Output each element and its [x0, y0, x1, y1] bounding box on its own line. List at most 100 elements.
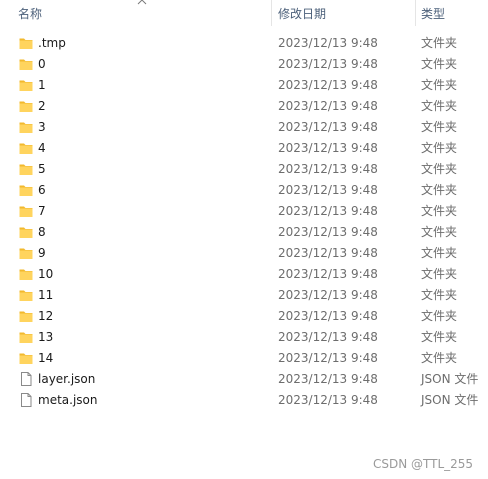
file-type: 文件夹 — [421, 99, 458, 113]
file-type: 文件夹 — [421, 120, 458, 134]
file-type: 文件夹 — [421, 57, 458, 71]
file-type: 文件夹 — [421, 204, 458, 218]
file-name: 14 — [38, 351, 54, 365]
file-date-modified: 2023/12/13 9:48 — [278, 99, 378, 113]
file-name: 6 — [38, 183, 46, 197]
file-name: meta.json — [38, 393, 98, 407]
list-item[interactable]: 6 2023/12/13 9:48 文件夹 — [0, 180, 488, 201]
file-date-modified: 2023/12/13 9:48 — [278, 36, 378, 50]
folder-icon — [19, 227, 33, 238]
folder-icon — [19, 206, 33, 217]
list-item[interactable]: 8 2023/12/13 9:48 文件夹 — [0, 222, 488, 243]
file-date-modified: 2023/12/13 9:48 — [278, 204, 378, 218]
file-date-modified: 2023/12/13 9:48 — [278, 267, 378, 281]
folder-icon — [19, 248, 33, 259]
file-date-modified: 2023/12/13 9:48 — [278, 120, 378, 134]
folder-icon — [19, 164, 33, 175]
file-date-modified: 2023/12/13 9:48 — [278, 393, 378, 407]
folder-icon — [19, 311, 33, 322]
folder-icon — [19, 101, 33, 112]
chevron-up-icon — [137, 0, 147, 5]
column-header-bar: 名称 修改日期 类型 — [0, 0, 488, 28]
file-name: layer.json — [38, 372, 96, 386]
list-item[interactable]: 14 2023/12/13 9:48 文件夹 — [0, 348, 488, 369]
file-name: 4 — [38, 141, 46, 155]
column-header-date-modified[interactable]: 修改日期 — [278, 7, 326, 21]
file-date-modified: 2023/12/13 9:48 — [278, 78, 378, 92]
list-item[interactable]: 4 2023/12/13 9:48 文件夹 — [0, 138, 488, 159]
file-name: 3 — [38, 120, 46, 134]
file-type: 文件夹 — [421, 288, 458, 302]
list-item[interactable]: 10 2023/12/13 9:48 文件夹 — [0, 264, 488, 285]
file-name: 0 — [38, 57, 46, 71]
folder-icon — [19, 332, 33, 343]
file-name: 11 — [38, 288, 54, 302]
file-type: 文件夹 — [421, 246, 458, 260]
folder-icon — [19, 185, 33, 196]
file-name: 9 — [38, 246, 46, 260]
file-date-modified: 2023/12/13 9:48 — [278, 141, 378, 155]
list-item[interactable]: 3 2023/12/13 9:48 文件夹 — [0, 117, 488, 138]
list-item[interactable]: 5 2023/12/13 9:48 文件夹 — [0, 159, 488, 180]
file-type: 文件夹 — [421, 36, 458, 50]
watermark: CSDN @TTL_255 — [373, 457, 474, 471]
file-date-modified: 2023/12/13 9:48 — [278, 372, 378, 386]
list-item[interactable]: 11 2023/12/13 9:48 文件夹 — [0, 285, 488, 306]
folder-icon — [19, 122, 33, 133]
file-name: 8 — [38, 225, 46, 239]
file-icon — [21, 372, 32, 386]
file-type: 文件夹 — [421, 78, 458, 92]
folder-icon — [19, 143, 33, 154]
file-explorer: 名称 修改日期 类型 .tmp 2023/12/13 9:48 文件夹 0 2023/… — [0, 0, 488, 479]
file-name: 1 — [38, 78, 46, 92]
list-item[interactable]: 0 2023/12/13 9:48 文件夹 — [0, 54, 488, 75]
file-type: 文件夹 — [421, 225, 458, 239]
file-date-modified: 2023/12/13 9:48 — [278, 183, 378, 197]
file-type: 文件夹 — [421, 309, 458, 323]
list-item[interactable]: 12 2023/12/13 9:48 文件夹 — [0, 306, 488, 327]
folder-icon — [19, 269, 33, 280]
folder-icon — [19, 353, 33, 364]
file-date-modified: 2023/12/13 9:48 — [278, 309, 378, 323]
column-header-type[interactable]: 类型 — [421, 7, 445, 21]
column-divider[interactable] — [271, 0, 272, 26]
file-date-modified: 2023/12/13 9:48 — [278, 246, 378, 260]
file-date-modified: 2023/12/13 9:48 — [278, 57, 378, 71]
file-name: 13 — [38, 330, 54, 344]
file-name: 2 — [38, 99, 46, 113]
file-list: .tmp 2023/12/13 9:48 文件夹 0 2023/12/13 9:48 文… — [0, 33, 488, 411]
file-type: 文件夹 — [421, 141, 458, 155]
file-type: 文件夹 — [421, 267, 458, 281]
list-item[interactable]: 2 2023/12/13 9:48 文件夹 — [0, 96, 488, 117]
file-name: 12 — [38, 309, 54, 323]
file-date-modified: 2023/12/13 9:48 — [278, 351, 378, 365]
column-header-name[interactable]: 名称 — [18, 7, 42, 21]
file-name: 5 — [38, 162, 46, 176]
list-item[interactable]: 7 2023/12/13 9:48 文件夹 — [0, 201, 488, 222]
list-item[interactable]: .tmp 2023/12/13 9:48 文件夹 — [0, 33, 488, 54]
file-name: 10 — [38, 267, 54, 281]
list-item[interactable]: meta.json 2023/12/13 9:48 JSON 文件 — [0, 390, 488, 411]
folder-icon — [19, 290, 33, 301]
file-type: 文件夹 — [421, 162, 458, 176]
file-date-modified: 2023/12/13 9:48 — [278, 330, 378, 344]
file-date-modified: 2023/12/13 9:48 — [278, 162, 378, 176]
file-type: 文件夹 — [421, 330, 458, 344]
file-icon — [21, 393, 32, 407]
file-name: .tmp — [38, 36, 66, 50]
file-type: JSON 文件 — [421, 372, 479, 386]
list-item[interactable]: 13 2023/12/13 9:48 文件夹 — [0, 327, 488, 348]
file-date-modified: 2023/12/13 9:48 — [278, 288, 378, 302]
file-date-modified: 2023/12/13 9:48 — [278, 225, 378, 239]
folder-icon — [19, 38, 33, 49]
column-divider[interactable] — [415, 0, 416, 26]
list-item[interactable]: layer.json 2023/12/13 9:48 JSON 文件 — [0, 369, 488, 390]
folder-icon — [19, 80, 33, 91]
file-name: 7 — [38, 204, 46, 218]
file-type: 文件夹 — [421, 351, 458, 365]
folder-icon — [19, 59, 33, 70]
file-type: 文件夹 — [421, 183, 458, 197]
list-item[interactable]: 1 2023/12/13 9:48 文件夹 — [0, 75, 488, 96]
file-type: JSON 文件 — [421, 393, 479, 407]
list-item[interactable]: 9 2023/12/13 9:48 文件夹 — [0, 243, 488, 264]
